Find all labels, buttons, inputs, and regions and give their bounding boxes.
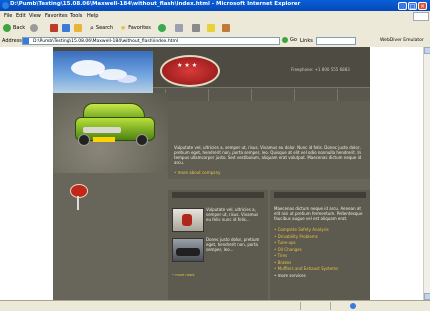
- car-wheel-rear: [136, 134, 148, 146]
- services-header: [274, 192, 366, 198]
- vertical-scrollbar[interactable]: [423, 47, 430, 300]
- menu-view[interactable]: View: [29, 13, 41, 19]
- services-panel: Maecenas dictum neque id arcu. Aenean at…: [270, 190, 370, 310]
- close-button[interactable]: ×: [418, 1, 427, 10]
- maximize-button[interactable]: □: [408, 1, 417, 10]
- minimize-button[interactable]: _: [398, 1, 407, 10]
- print-icon: [192, 24, 200, 32]
- freephone-text: Freephone: +1 800 555 6883: [291, 67, 350, 72]
- more-about-company-link[interactable]: • more about company: [174, 170, 221, 175]
- zone-icon: [350, 303, 356, 309]
- menu-edit[interactable]: Edit: [16, 13, 26, 19]
- brand-logo[interactable]: ★★★: [160, 55, 220, 87]
- favorites-button[interactable]: ★ Favorites: [120, 23, 151, 33]
- menu-file[interactable]: File: [4, 13, 12, 19]
- more-news-link[interactable]: • more news: [172, 273, 194, 277]
- history-button[interactable]: [158, 23, 166, 33]
- more-services-link[interactable]: • more services: [274, 273, 338, 280]
- windows-logo-icon: [413, 12, 429, 21]
- window-title: D:\Pumb\Testing\15.08.06\Maxwell-184\wit…: [10, 1, 301, 7]
- news-item-2-text: Donec justo dolor, pretium eget, hendrer…: [206, 237, 260, 252]
- menu-favorites[interactable]: Favorites: [45, 13, 68, 19]
- news-image-1[interactable]: [172, 208, 204, 232]
- scroll-down-icon[interactable]: [424, 293, 430, 300]
- stop-icon: [50, 24, 58, 32]
- toolbar-widget[interactable]: [316, 37, 356, 45]
- toolbar: Back ⌕ Search ★ Favorites: [0, 21, 430, 36]
- edit-button[interactable]: [207, 23, 215, 33]
- sign-post: [77, 196, 79, 210]
- license-plate: [93, 137, 115, 142]
- search-button[interactable]: ⌕ Search: [90, 23, 113, 33]
- messenger-button[interactable]: [222, 23, 230, 33]
- intro-section: Vulputate vel, ultricies a, semper ut, r…: [168, 101, 370, 179]
- services-list: • Complete Safety Analysis • Drivability…: [274, 227, 338, 279]
- back-arrow-icon: [3, 24, 11, 32]
- stop-button[interactable]: [50, 23, 58, 33]
- forward-arrow-icon: [30, 24, 38, 32]
- back-button[interactable]: Back: [3, 23, 25, 33]
- sky-image: [53, 51, 153, 93]
- webdiver-emulator-link[interactable]: WebDiver Emulator: [380, 38, 424, 43]
- go-button[interactable]: Go: [282, 37, 297, 43]
- status-bar: [0, 300, 430, 311]
- intro-text: Vulputate vel, ultricies a, semper ut, r…: [174, 145, 362, 165]
- news-header: [172, 192, 264, 198]
- refresh-button[interactable]: [62, 23, 70, 33]
- service-sign-icon: [70, 184, 88, 198]
- title-bar: D:\Pumb\Testing\15.08.06\Maxwell-184\wit…: [0, 0, 430, 11]
- mail-icon: [175, 24, 183, 32]
- mail-button[interactable]: [175, 23, 183, 33]
- ie-icon: [2, 2, 9, 9]
- search-icon: ⌕: [90, 23, 94, 32]
- nav-strip: [153, 87, 370, 102]
- hero-image: [53, 93, 168, 173]
- car-wheel-front: [78, 134, 90, 146]
- messenger-icon: [222, 24, 230, 32]
- refresh-icon: [62, 24, 70, 32]
- car-grille: [83, 127, 121, 133]
- page-icon: [23, 38, 29, 44]
- news-image-2[interactable]: [172, 238, 204, 262]
- stars-icon: ★★★: [177, 62, 200, 69]
- home-button[interactable]: [74, 23, 82, 33]
- print-button[interactable]: [192, 23, 200, 33]
- news-panel: Vulputate vel, ultricies a, semper ut, r…: [168, 190, 268, 310]
- website: ★★★ Freephone: +1 800 555 6883 Vulputate…: [53, 47, 370, 310]
- history-icon: [158, 24, 166, 32]
- news-item-1-text: Vulputate vel, ultricies a, semper ut, r…: [206, 207, 259, 222]
- forward-button[interactable]: [30, 23, 38, 33]
- menu-help[interactable]: Help: [87, 13, 98, 19]
- services-intro: Maecenas dictum neque id arcu. Aenean at…: [274, 206, 363, 221]
- scroll-up-icon[interactable]: [424, 47, 430, 54]
- links-label[interactable]: Links: [300, 38, 313, 44]
- address-input[interactable]: D:\Pumb\Testing\15.08.06\Maxwell-184\wit…: [22, 37, 280, 45]
- star-icon: ★: [120, 24, 127, 32]
- home-icon: [74, 24, 82, 32]
- edit-icon: [207, 24, 215, 32]
- menu-tools[interactable]: Tools: [70, 13, 82, 19]
- go-arrow-icon: [282, 37, 288, 43]
- address-label: Address: [2, 38, 22, 44]
